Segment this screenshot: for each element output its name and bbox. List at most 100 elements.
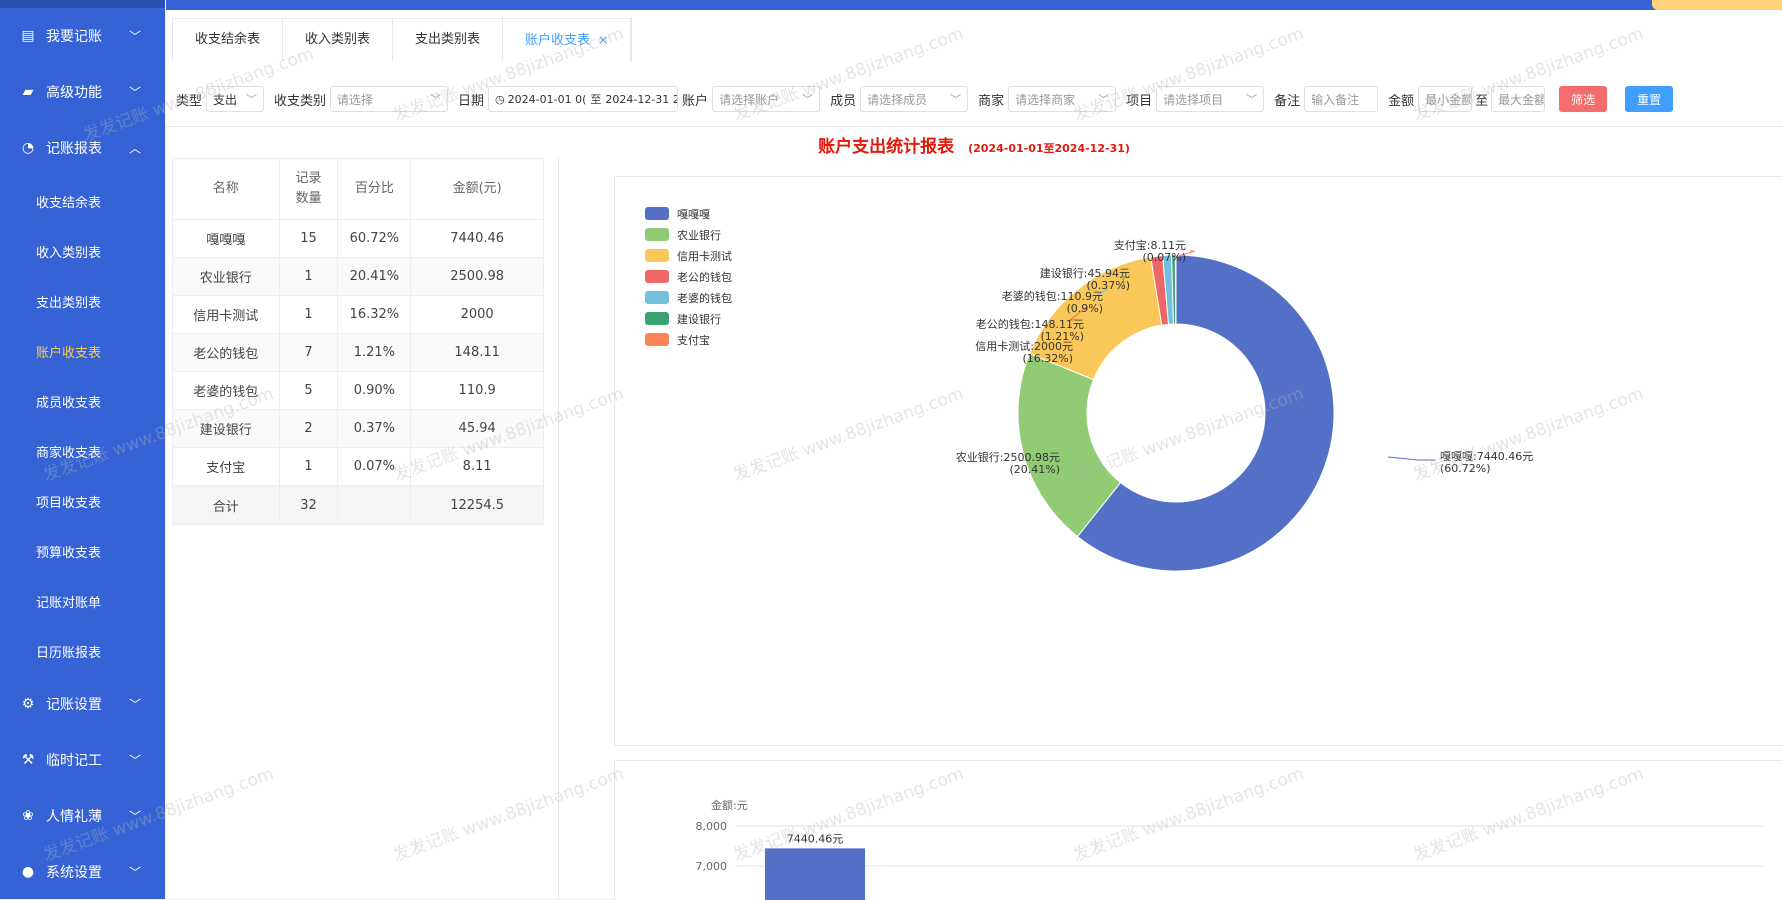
table-cell: 老婆的钱包 xyxy=(172,371,280,410)
gift-icon: ❀ xyxy=(22,808,34,824)
project-select[interactable]: 请选择项目 ﹀ xyxy=(1156,86,1265,112)
category-label: 收支类别 xyxy=(274,93,327,109)
filter-button[interactable]: 筛选 xyxy=(1559,86,1608,112)
table-cell: 60.72% xyxy=(337,219,412,258)
tab-2[interactable]: 支出类别表 xyxy=(393,19,504,61)
member-select[interactable]: 请选择成员 ﹀ xyxy=(860,86,969,112)
report-range: (2024-01-01至2024-12-31) xyxy=(968,142,1130,155)
sidebar-sub-item[interactable]: 项目收支表 xyxy=(0,476,165,526)
merchant-placeholder: 请选择商家 xyxy=(1015,92,1076,107)
table-cell: 15 xyxy=(278,219,339,258)
pie-label: 老公的钱包:148.11元 xyxy=(976,317,1084,331)
sidebar-sub-item[interactable]: 日历账报表 xyxy=(0,626,165,676)
member-label: 成员 xyxy=(830,93,857,109)
sidebar-topbar xyxy=(0,0,165,8)
nav-item-0[interactable]: ▤ 我要记账 ﹀ xyxy=(0,8,165,64)
table-total-row: 合计 32 12254.5 xyxy=(172,485,544,525)
close-icon[interactable]: × xyxy=(598,33,608,47)
nav-item-bottom-2[interactable]: ❀ 人情礼薄 ﹀ xyxy=(0,788,165,844)
table-cell: 0.07% xyxy=(337,447,412,486)
chevron-down-icon: ﹀ xyxy=(430,93,442,106)
chevron-down-icon: ﹀ xyxy=(802,93,814,106)
total-cell: 32 xyxy=(278,485,339,525)
account-placeholder: 请选择账户 xyxy=(719,92,780,107)
table-header: 金额(元) xyxy=(410,158,544,220)
sidebar-sub-item[interactable]: 成员收支表 xyxy=(0,376,165,426)
category-placeholder: 请选择 xyxy=(337,92,374,107)
chevron-down-icon: ﹀ xyxy=(246,93,258,106)
nav-label: 记账设置 xyxy=(46,697,102,713)
table-cell: 8.11 xyxy=(410,447,544,486)
nav-item-2[interactable]: ◔ 记账报表 ︿ xyxy=(0,120,165,176)
total-cell xyxy=(337,485,412,525)
table-cell: 支付宝 xyxy=(172,447,280,486)
table-cell: 2000 xyxy=(410,295,544,334)
pie-label-pct: (0.9%) xyxy=(1066,302,1103,315)
top-strip xyxy=(166,0,1782,10)
date-range-picker[interactable]: ◷ 2024-01-01 0(至 2024-12-31 2: xyxy=(488,86,679,112)
pie-label: 支付宝:8.11元 xyxy=(1114,238,1186,252)
table-row: 建设银行 2 0.37% 45.94 xyxy=(172,409,544,448)
amount-max-input[interactable]: 最大金額 xyxy=(1491,86,1546,112)
sidebar-sub-item[interactable]: 支出类别表 xyxy=(0,276,165,326)
divider xyxy=(166,126,1782,127)
sidebar-sub-item[interactable]: 收支结余表 xyxy=(0,176,165,226)
table-row: 支付宝 1 0.07% 8.11 xyxy=(172,447,544,486)
table-cell: 148.11 xyxy=(410,333,544,372)
type-label: 类型 xyxy=(176,93,203,109)
header-text: 记录 xyxy=(295,171,322,186)
amount-min-placeholder: 最小金额 xyxy=(1425,92,1473,107)
sidebar-sub-item[interactable]: 收入类别表 xyxy=(0,226,165,276)
tab-0[interactable]: 收支结余表 xyxy=(173,19,284,61)
note-input[interactable]: 输入备注 xyxy=(1304,86,1379,112)
bar-data-label: 7440.46元 xyxy=(787,832,844,845)
main-area: 收支结余表 收入类别表 支出类别表 账户收支表 × 类型 支出 ﹀ 收支类别 请选择 ﹀ 日… xyxy=(41,0,1782,900)
table-cell: 2500.98 xyxy=(410,257,544,296)
table-row: 嘎嘎嘎 15 60.72% 7440.46 xyxy=(172,219,544,258)
table-row: 老婆的钱包 5 0.90% 110.9 xyxy=(172,371,544,410)
user-icon: ● xyxy=(21,864,35,880)
amount-min-input[interactable]: 最小金额 xyxy=(1418,86,1473,112)
sidebar-sub-item[interactable]: 预算收支表 xyxy=(0,526,165,576)
tab-3[interactable]: 账户收支表 × xyxy=(503,19,632,61)
category-select[interactable]: 请选择 ﹀ xyxy=(330,86,449,112)
table-row: 信用卡测试 1 16.32% 2000 xyxy=(172,295,544,334)
chevron-down-icon: ﹀ xyxy=(128,753,141,768)
merchant-select[interactable]: 请选择商家 ﹀ xyxy=(1008,86,1117,112)
table-cell: 45.94 xyxy=(410,409,544,448)
date-sep: 至 xyxy=(590,93,602,106)
table-row: 老公的钱包 7 1.21% 148.11 xyxy=(172,333,544,372)
nav-item-bottom-0[interactable]: ⚙ 记账设置 ﹀ xyxy=(0,676,165,732)
merchant-label: 商家 xyxy=(978,93,1005,109)
pie-label-pct: (16.32%) xyxy=(1022,352,1073,365)
header-text: 金额(元) xyxy=(452,181,502,196)
bar-mark[interactable] xyxy=(765,848,865,900)
user-badge[interactable] xyxy=(1652,0,1782,10)
account-select[interactable]: 请选择账户 ﹀ xyxy=(712,86,821,112)
nav-item-1[interactable]: ▰ 高级功能 ﹀ xyxy=(0,64,165,120)
table-cell: 5 xyxy=(278,371,339,410)
report-title-text: 账户支出统计报表 xyxy=(818,137,955,157)
reset-button[interactable]: 重置 xyxy=(1625,86,1674,112)
pie-slice[interactable] xyxy=(1174,254,1177,325)
total-cell: 合计 xyxy=(172,485,280,525)
book-icon: ▤ xyxy=(21,28,35,44)
type-value: 支出 xyxy=(213,92,238,107)
table-cell: 0.37% xyxy=(337,409,412,448)
tab-1[interactable]: 收入类别表 xyxy=(283,19,394,61)
sidebar-sub-item[interactable]: 商家收支表 xyxy=(0,426,165,476)
nav-item-bottom-1[interactable]: ⚒ 临时记工 ﹀ xyxy=(0,732,165,788)
sidebar-sub-item[interactable]: 账户收支表 xyxy=(0,326,165,376)
bar-y-label: 金额:元 xyxy=(711,798,748,812)
header-text: 名称 xyxy=(212,181,239,196)
table-header: 百分比 xyxy=(337,158,412,220)
nav-item-bottom-3[interactable]: ● 系统设置 ﹀ xyxy=(0,844,165,900)
type-select[interactable]: 支出 ﹀ xyxy=(206,86,265,112)
bar-y-tick: 8,000 xyxy=(696,820,728,833)
project-label: 项目 xyxy=(1126,93,1153,109)
table-cell: 1 xyxy=(278,257,339,296)
table-cell: 2 xyxy=(278,409,339,448)
sidebar-sub-item[interactable]: 记账对账单 xyxy=(0,576,165,626)
table-cell: 嘎嘎嘎 xyxy=(172,219,280,258)
table-cell: 信用卡测试 xyxy=(172,295,280,334)
